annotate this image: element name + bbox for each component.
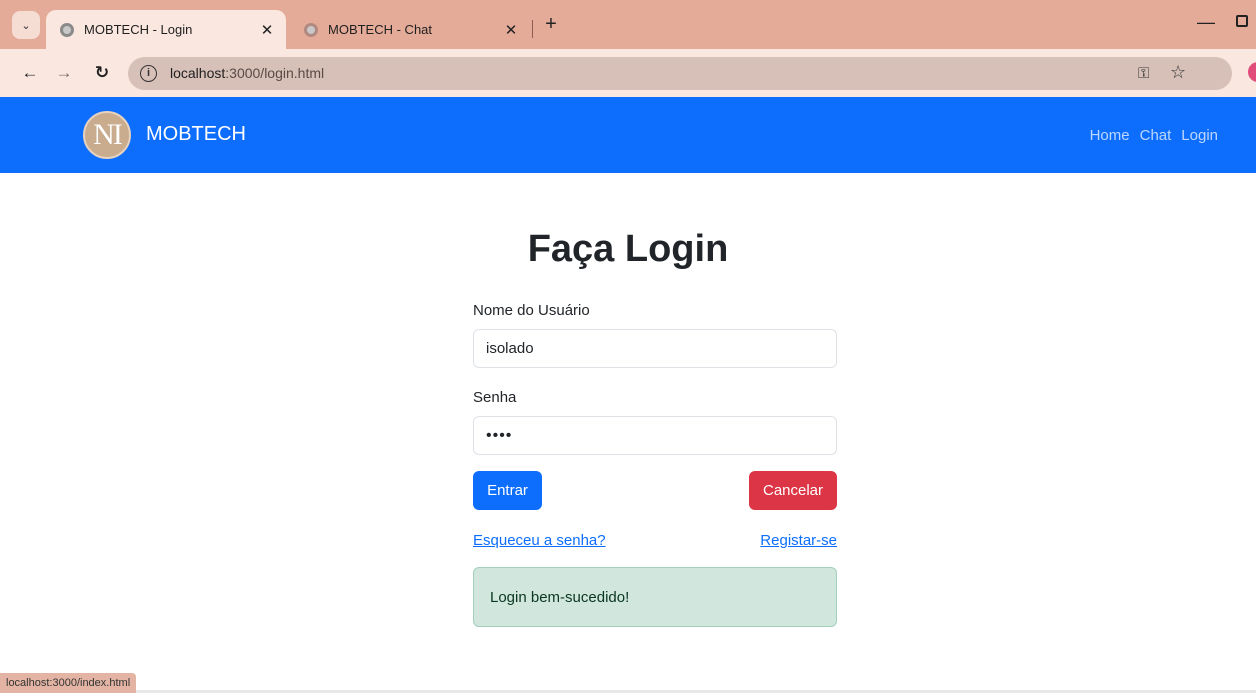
close-tab-icon[interactable]: ✕ — [502, 21, 520, 39]
address-bar[interactable]: i localhost:3000/login.html ⚿ ☆ — [128, 57, 1232, 90]
username-input[interactable]: isolado — [473, 329, 837, 368]
tab-search-button[interactable]: ⌄ — [12, 11, 40, 39]
nav-link-chat[interactable]: Chat — [1140, 127, 1172, 144]
cancel-button[interactable]: Cancelar — [749, 471, 837, 510]
globe-icon — [60, 22, 74, 37]
password-label: Senha — [473, 389, 517, 406]
url-host: localhost — [170, 65, 226, 81]
browser-toolbar: ← → ↻ i localhost:3000/login.html ⚿ ☆ — [0, 49, 1256, 97]
chevron-down-icon: ⌄ — [21, 19, 31, 32]
url-path: :3000/login.html — [225, 65, 325, 81]
nav-link-home[interactable]: Home — [1090, 127, 1130, 144]
tab-title: MOBTECH - Chat — [328, 22, 433, 37]
success-alert: Login bem-sucedido! — [473, 567, 837, 627]
register-link[interactable]: Registar-se — [760, 532, 837, 549]
site-info-icon[interactable]: i — [140, 65, 157, 82]
nav-links: Home Chat Login — [1090, 127, 1218, 144]
globe-icon — [304, 22, 318, 37]
nav-link-login[interactable]: Login — [1181, 127, 1218, 144]
submit-button[interactable]: Entrar — [473, 471, 542, 510]
site-navbar: NI MOBTECH Home Chat Login — [0, 97, 1256, 173]
restore-window-icon[interactable] — [1236, 15, 1248, 27]
page-title: Faça Login — [527, 228, 729, 270]
browser-tab-strip: ⌄ MOBTECH - Login ✕ MOBTECH - Chat ✕ + — — [0, 0, 1256, 49]
new-tab-button[interactable]: + — [540, 14, 562, 36]
reload-icon[interactable]: ↻ — [90, 61, 114, 85]
password-key-icon[interactable]: ⚿ — [1138, 65, 1149, 82]
close-tab-icon[interactable]: ✕ — [258, 21, 276, 39]
tab-separator — [532, 20, 533, 38]
status-bar-url: localhost:3000/index.html — [0, 673, 137, 693]
password-input[interactable]: •••• — [473, 416, 837, 455]
brand-name[interactable]: MOBTECH — [146, 123, 246, 146]
tab-login[interactable]: MOBTECH - Login ✕ — [46, 10, 286, 49]
username-label: Nome do Usuário — [473, 302, 590, 319]
tab-chat[interactable]: MOBTECH - Chat ✕ — [290, 10, 530, 49]
back-arrow-icon[interactable]: ← — [18, 61, 42, 85]
tab-title: MOBTECH - Login — [84, 22, 193, 37]
forward-arrow-icon[interactable]: → — [52, 61, 76, 85]
minimize-window-icon[interactable]: — — [1196, 12, 1216, 32]
forgot-password-link[interactable]: Esqueceu a senha? — [473, 532, 606, 549]
brand-logo-icon[interactable]: NI — [83, 111, 131, 159]
url-text[interactable]: localhost:3000/login.html — [170, 65, 324, 81]
bookmark-star-icon[interactable]: ☆ — [1170, 62, 1186, 83]
